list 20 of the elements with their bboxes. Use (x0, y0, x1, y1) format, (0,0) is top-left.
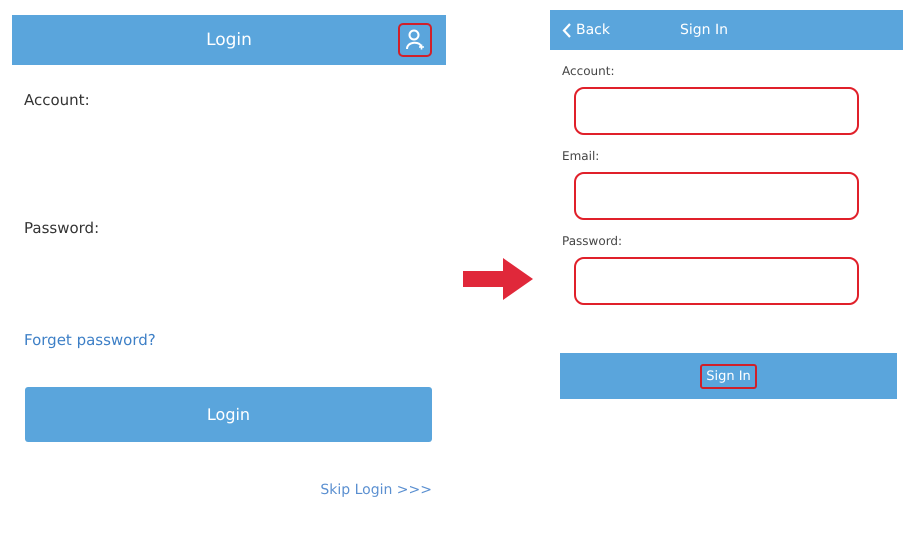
field-label: Account: (24, 91, 91, 109)
field-label: Email: (562, 149, 600, 163)
skip-login-link[interactable]: Skip Login >>> (320, 482, 432, 498)
chevron-left-icon (562, 22, 571, 38)
forgot-password-link[interactable]: Forget password? (24, 331, 446, 349)
login-button[interactable]: Login (25, 387, 432, 442)
input-field[interactable] (574, 87, 859, 135)
screen-title: Sign In (680, 22, 728, 38)
add-user-button[interactable] (398, 23, 432, 57)
button-label: Sign In (700, 364, 757, 388)
field-label: Account: (562, 64, 616, 78)
input-field[interactable] (574, 257, 859, 305)
back-button[interactable]: Back (550, 22, 610, 38)
add-user-icon (405, 29, 425, 51)
field-label: Password: (24, 219, 100, 237)
right-arrow-icon (463, 258, 533, 300)
sign-in-button[interactable]: Sign In (560, 353, 897, 399)
screen-title: Login (206, 30, 252, 50)
field-label: Password: (562, 234, 624, 248)
input-field[interactable] (574, 172, 859, 220)
